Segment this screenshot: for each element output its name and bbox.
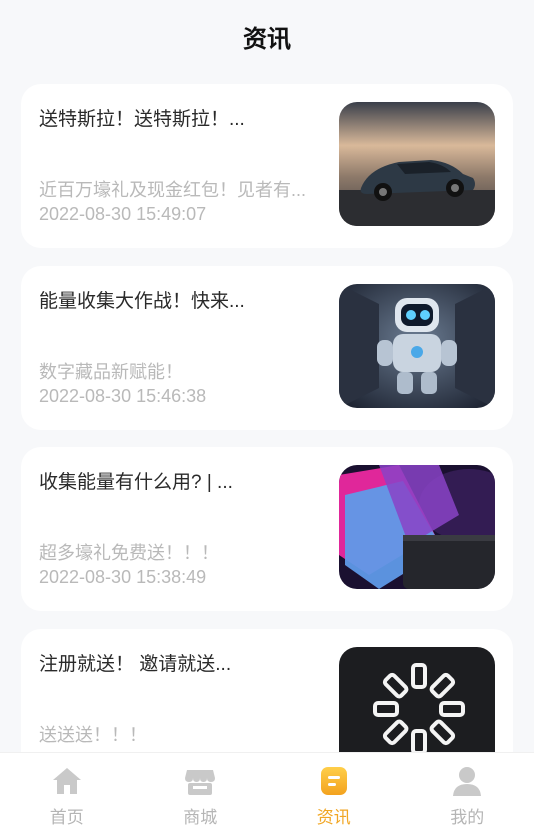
article-card[interactable]: 送特斯拉！送特斯拉！... 近百万壕礼及现金红包！见者有... 2022-08-… [21,84,513,248]
article-thumbnail [339,284,495,408]
page-header: 资讯 [0,0,534,72]
tab-news[interactable]: 资讯 [267,753,401,828]
article-summary: 超多壕礼免费送！！！ [39,543,219,563]
article-card[interactable]: 收集能量有什么用? | ... 超多壕礼免费送！！！ 2022-08-30 15… [21,447,513,611]
news-page: 资讯 送特斯拉！送特斯拉！... 近百万壕礼及现金红包！见者有... 2022-… [0,0,534,828]
user-icon [450,765,484,797]
tab-label: 资讯 [316,808,351,827]
store-icon [183,765,217,797]
article-summary: 数字藏品新赋能！ [39,362,183,382]
article-summary: 近百万壕礼及现金红包！见者有... [39,180,307,200]
page-title: 资讯 [243,25,291,53]
tab-label: 首页 [49,808,84,827]
article-title: 收集能量有什么用? | ... [39,472,233,493]
tab-home[interactable]: 首页 [0,753,134,828]
tab-store[interactable]: 商城 [134,753,268,828]
article-date: 2022-08-30 15:49:07 [39,204,207,224]
tab-profile[interactable]: 我的 [401,753,534,828]
tab-label: 商城 [183,808,218,827]
home-icon [50,765,84,797]
article-title: 能量收集大作战！快来... [39,291,245,312]
news-icon [317,765,351,797]
article-date: 2022-08-30 15:38:49 [39,567,207,587]
tab-label: 我的 [450,808,485,827]
article-title: 送特斯拉！送特斯拉！... [39,109,245,130]
article-title: 注册就送！ 邀请就送... [39,654,232,675]
article-thumbnail [339,465,495,589]
article-thumbnail [339,102,495,226]
bottom-tab-bar: 首页 商城 资讯 我的 [0,752,534,828]
article-summary: 送送送！！！ [39,725,147,745]
article-card[interactable]: 能量收集大作战！快来... 数字藏品新赋能！ 2022-08-30 15:46:… [21,266,513,430]
article-date: 2022-08-30 15:46:38 [39,386,207,406]
